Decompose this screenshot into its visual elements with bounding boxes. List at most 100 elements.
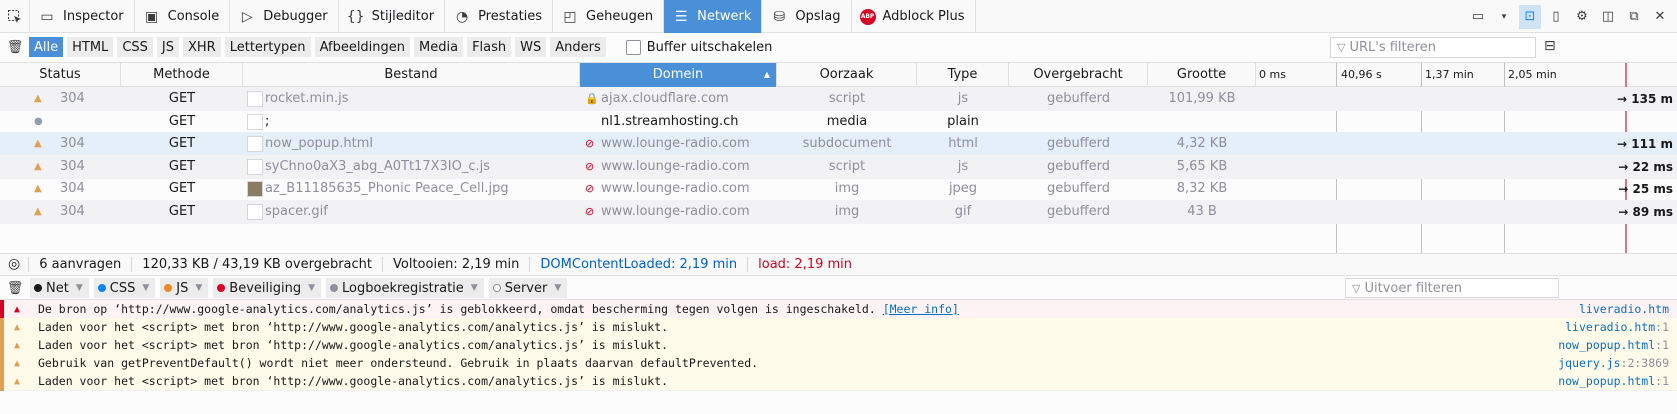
request-status: 304 <box>60 158 85 174</box>
tab-geheugen[interactable]: ◰ Geheugen <box>553 0 665 33</box>
request-row[interactable]: ▲ 304 GET syChno0aX3_abg_A0Tt17X3IO_c.js ⊘ ww… <box>0 154 1677 179</box>
request-cause: subdocument <box>802 136 892 152</box>
responsive-design-icon[interactable]: ▭ <box>1467 5 1489 29</box>
warning-icon: ▲ <box>14 340 21 351</box>
column-type[interactable]: Type <box>917 63 1009 87</box>
console-filter-input[interactable]: ▽ Uitvoer filteren <box>1345 278 1559 298</box>
request-status: 304 <box>60 91 85 106</box>
chevron-down-icon[interactable]: ▼ <box>554 283 561 293</box>
column-domain[interactable]: Domein ▲ <box>580 63 777 87</box>
request-row[interactable]: ● GET; nl1.streamhosting.ch media plain <box>0 110 1677 134</box>
cached-warning-icon: ▲ <box>34 206 42 217</box>
source-file: liveradio.htm <box>1565 320 1656 334</box>
filter-flash[interactable]: Flash <box>467 37 512 57</box>
column-file[interactable]: Bestand <box>243 63 580 87</box>
message-source-link[interactable]: now_popup.html:1 <box>1558 336 1669 355</box>
gear-icon[interactable]: ⚙ <box>1571 5 1593 29</box>
finish-time: Voltooien: 2,19 min <box>383 257 531 272</box>
console-filter-server[interactable]: Server ▼ <box>488 278 568 298</box>
requests-table-header: Status Methode Bestand Domein ▲ Oorzaak … <box>0 63 1677 87</box>
source-line: :1 <box>1655 374 1669 388</box>
transfer-summary: 120,33 KB / 43,19 KB overgebracht <box>132 257 383 272</box>
message-source-link[interactable]: now_popup.html:1 <box>1558 372 1669 391</box>
toggle-split-console-icon[interactable]: ⊡ <box>1519 4 1541 29</box>
message-source-link[interactable]: liveradio.htm <box>1579 300 1669 319</box>
filter-html[interactable]: HTML <box>67 37 114 57</box>
toggle-sidebar-icon[interactable]: ⊟ <box>1544 38 1556 54</box>
request-method: GET <box>168 113 196 129</box>
severity-bar <box>0 354 4 373</box>
tab-adblock-plus[interactable]: ABP Adblock Plus <box>852 0 976 33</box>
console-filter-logboekregistratie[interactable]: Logboekregistratie ▼ <box>326 278 484 298</box>
request-type: gif <box>954 204 972 219</box>
clear-console-icon[interactable]: 🗑 <box>5 281 25 296</box>
column-transferred[interactable]: Overgebracht <box>1009 63 1148 87</box>
filter-media[interactable]: Media <box>414 37 464 57</box>
console-message[interactable]: ▲ Gebruik van getPreventDefault() wordt n… <box>0 354 1677 373</box>
device-icon[interactable]: ▯ <box>1545 5 1567 29</box>
message-source-link[interactable]: jquery.js:2:3869 <box>1558 354 1669 373</box>
close-icon[interactable]: ✕ <box>1649 5 1671 29</box>
filter-xhr[interactable]: XHR <box>183 37 221 57</box>
chevron-down-icon[interactable]: ▼ <box>195 283 202 293</box>
console-message[interactable]: ▲ De bron op ‘http://www.google-analytics… <box>0 300 1677 319</box>
warning-icon: ▲ <box>14 376 21 387</box>
console-filter-js[interactable]: JS ▼ <box>160 278 209 298</box>
column-status[interactable]: Status <box>0 63 121 87</box>
filter-css[interactable]: CSS <box>117 37 153 57</box>
filter-afbeeldingen[interactable]: Afbeeldingen <box>314 37 411 57</box>
column-cause[interactable]: Oorzaak <box>777 63 917 87</box>
console-message[interactable]: ▲ Laden voor het <script> met bron ‘http:… <box>0 372 1677 391</box>
chevron-down-icon[interactable]: ▼ <box>308 283 315 293</box>
request-domain: www.lounge-radio.com <box>601 181 750 197</box>
tab-inspector[interactable]: ▭ Inspector <box>30 0 135 33</box>
cached-warning-icon: ▲ <box>34 93 42 104</box>
detach-window-icon[interactable]: ⧉ <box>1623 5 1645 29</box>
tab-prestaties[interactable]: ◔ Prestaties <box>445 0 554 33</box>
console-filter-beveiliging[interactable]: Beveiliging ▼ <box>213 278 322 298</box>
source-line: :1 <box>1655 320 1669 334</box>
pending-dot-icon: ● <box>34 115 43 127</box>
console-filter-css[interactable]: CSS ▼ <box>93 278 156 298</box>
tab-console[interactable]: ▣ Console <box>135 0 231 33</box>
filter-anders[interactable]: Anders <box>550 37 606 57</box>
console-icon: ▣ <box>145 8 159 25</box>
console-message[interactable]: ▲ Laden voor het <script> met bron ‘http:… <box>0 318 1677 337</box>
performance-analysis-icon[interactable]: ◎ <box>0 257 30 272</box>
request-row[interactable]: ▲ 304 GET spacer.gif ⊘ www.lounge-radio.com im… <box>0 200 1677 224</box>
element-picker-button[interactable] <box>0 0 30 33</box>
url-filter-input[interactable]: ▽ URL's filteren <box>1330 37 1536 58</box>
column-size[interactable]: Grootte <box>1148 63 1256 87</box>
tab-opslag[interactable]: ⛁ Opslag <box>762 0 852 33</box>
request-type: js <box>957 91 969 106</box>
console-filter-net[interactable]: Net ▼ <box>30 278 89 298</box>
filter-js[interactable]: JS <box>156 37 179 57</box>
severity-bar <box>0 372 4 391</box>
tab-netwerk[interactable]: ☰ Netwerk <box>664 0 763 33</box>
message-source-link[interactable]: liveradio.htm:1 <box>1565 318 1669 337</box>
split-console-icon[interactable]: ▾ <box>1493 5 1515 29</box>
chevron-down-icon[interactable]: ▼ <box>471 283 478 293</box>
chevron-down-icon[interactable]: ▼ <box>76 283 83 293</box>
console-message-text: Laden voor het <script> met bron ‘http:/… <box>38 318 668 337</box>
filter-lettertypen[interactable]: Lettertypen <box>224 37 311 57</box>
request-status: 304 <box>60 181 85 197</box>
console-message[interactable]: ▲ Laden voor het <script> met bron ‘http:… <box>0 336 1677 355</box>
tab-debugger[interactable]: ▷ Debugger <box>230 0 339 33</box>
file-thumbnail <box>247 158 263 175</box>
chevron-down-icon[interactable]: ▼ <box>142 283 149 293</box>
clear-requests-icon[interactable]: 🗑 <box>5 40 25 55</box>
tab-stijleditor[interactable]: {} Stijleditor <box>339 0 446 33</box>
buffer-checkbox[interactable] <box>625 39 641 55</box>
filter-alle[interactable]: Alle <box>29 37 64 57</box>
request-row[interactable]: ▲ 304 GET now_popup.html ⊘ www.lounge-radio.c… <box>0 132 1677 157</box>
tab-label: Geheugen <box>586 9 654 24</box>
dock-side-icon[interactable]: ◫ <box>1597 5 1619 29</box>
column-method[interactable]: Methode <box>121 63 243 87</box>
more-info-link[interactable]: [Meer info] <box>883 302 959 316</box>
tab-label: Debugger <box>263 9 328 24</box>
filter-ws[interactable]: WS <box>515 37 547 57</box>
request-row[interactable]: ▲ 304 GET az_B11185635_Phonic Peace_Cell.jp… <box>0 177 1677 201</box>
request-row[interactable]: ▲ 304 GET rocket.min.js 🔒 ajax.cloudflare.com… <box>0 87 1677 111</box>
devtools-toolbar: ▭ Inspector ▣ Console ▷ Debugger {} Stijleditor… <box>0 0 1677 33</box>
